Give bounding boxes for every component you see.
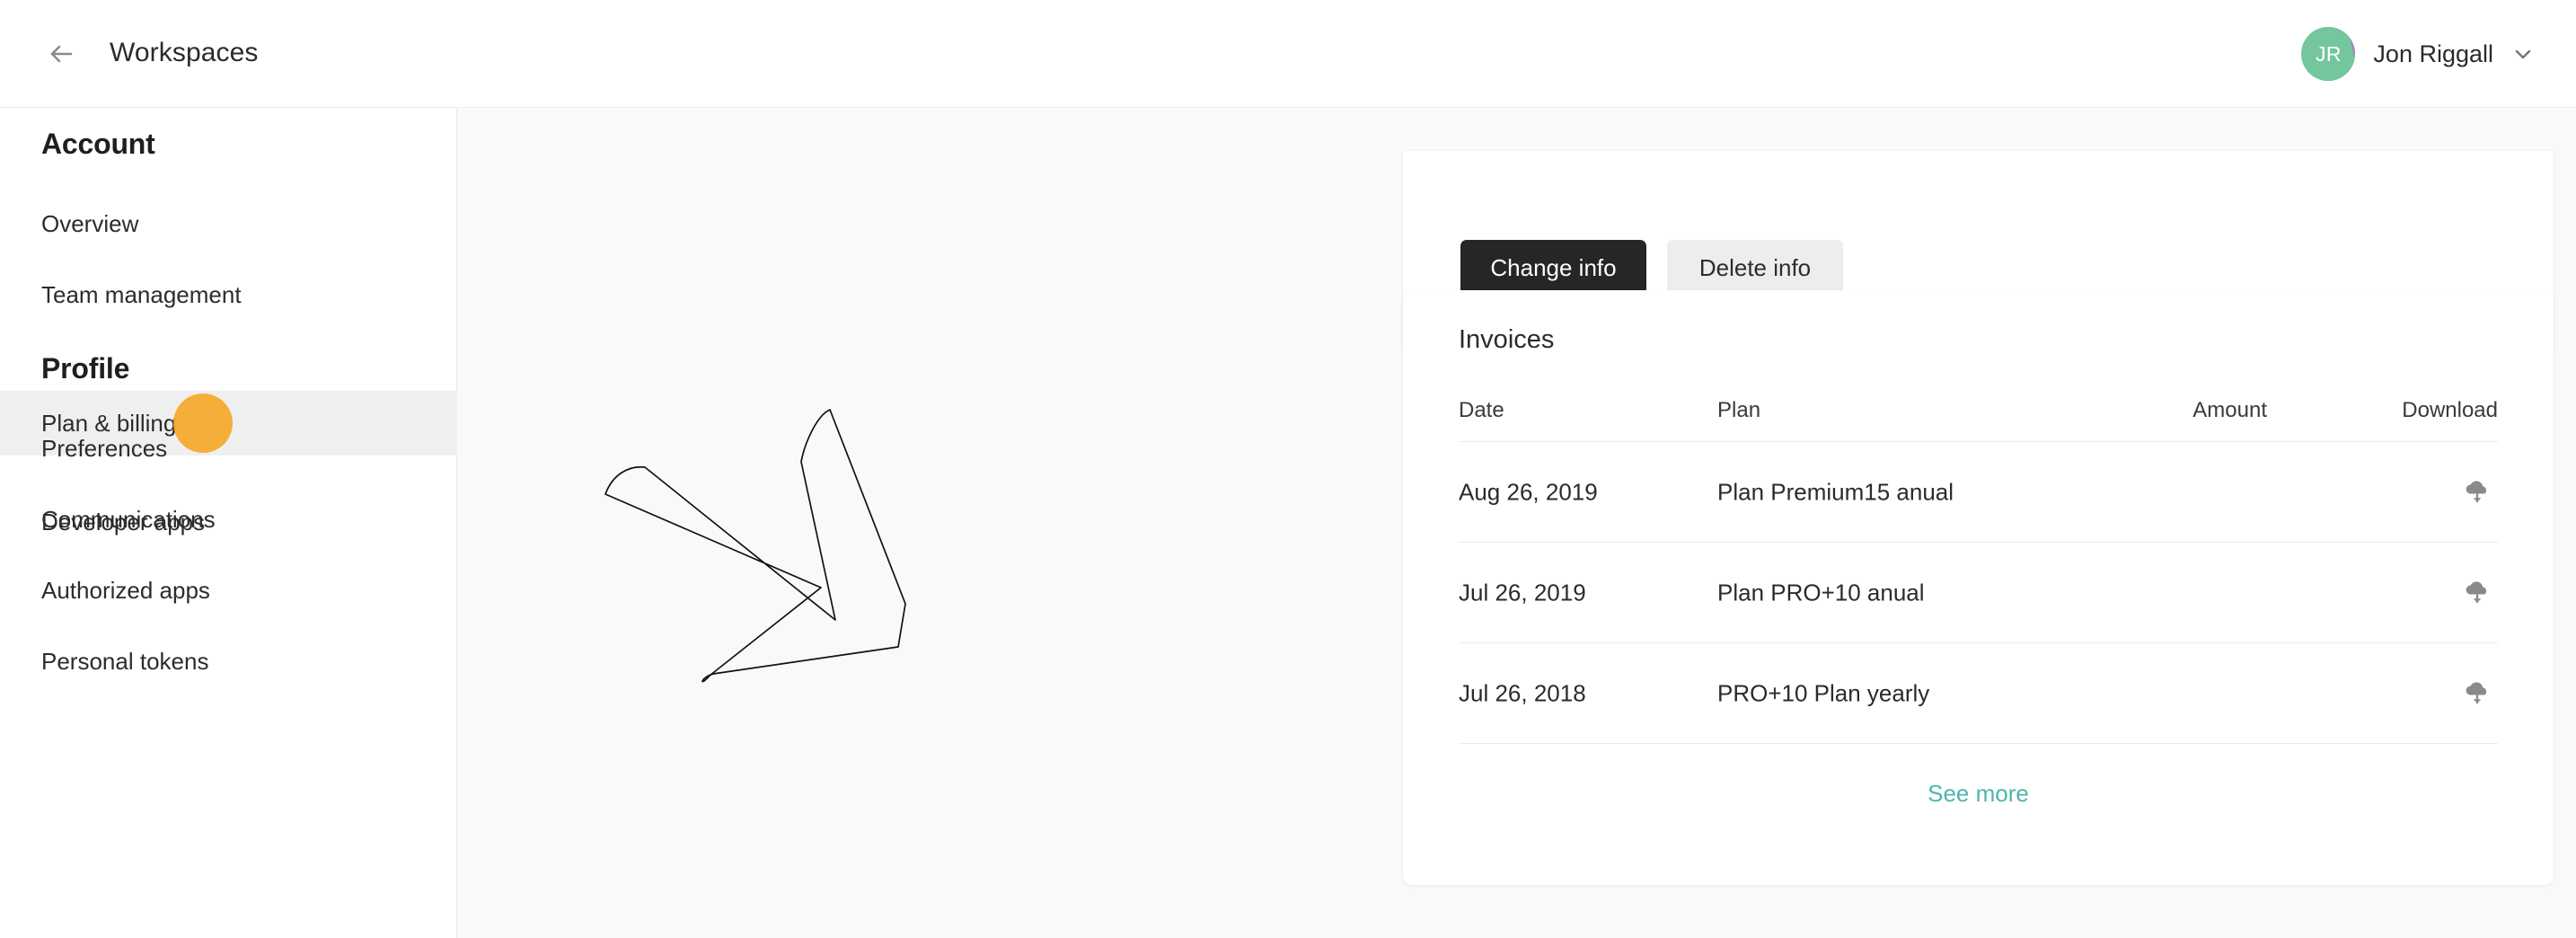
sidebar-item-personal-tokens[interactable]: Personal tokens xyxy=(0,629,457,694)
invoices-table: Date Plan Amount Download Aug 26, 2019 P… xyxy=(1459,385,2498,744)
sidebar-item-communications[interactable]: Communications xyxy=(0,487,457,552)
back-arrow-icon[interactable] xyxy=(47,40,75,68)
avatar: JR xyxy=(2301,27,2356,81)
table-header-row: Date Plan Amount Download xyxy=(1459,385,2498,442)
sidebar-item-label: Overview xyxy=(41,209,139,237)
invoice-date: Jul 26, 2019 xyxy=(1459,579,1586,606)
column-header-plan: Plan xyxy=(1717,398,1761,422)
sidebar-item-preferences[interactable]: Preferences xyxy=(0,416,457,481)
sidebar-heading-account: Account xyxy=(41,128,155,160)
cloud-download-icon[interactable] xyxy=(2462,477,2492,508)
sidebar-item-overview[interactable]: Overview xyxy=(0,191,457,256)
sidebar-item-label: Authorized apps xyxy=(41,576,210,604)
sidebar-item-label: Personal tokens xyxy=(41,647,209,675)
invoice-date: Jul 26, 2018 xyxy=(1459,679,1586,706)
column-header-download: Download xyxy=(2402,398,2498,422)
invoice-date: Aug 26, 2019 xyxy=(1459,478,1598,505)
main-content: Change info Delete info Invoices Date Pl… xyxy=(457,108,2576,938)
table-row: Aug 26, 2019 Plan Premium15 anual xyxy=(1459,442,2498,543)
column-header-amount: Amount xyxy=(2192,398,2267,422)
see-more-link[interactable]: See more xyxy=(1403,780,2554,808)
invoices-title: Invoices xyxy=(1459,325,1555,354)
user-menu[interactable]: JR Jon Riggall xyxy=(2301,25,2535,83)
chevron-down-icon[interactable] xyxy=(2511,42,2535,66)
app-header: Workspaces JR Jon Riggall xyxy=(0,0,2576,108)
sidebar-heading-profile: Profile xyxy=(41,352,130,385)
delete-info-button[interactable]: Delete info xyxy=(1667,240,1843,296)
sidebar-item-authorized-apps[interactable]: Authorized apps xyxy=(0,558,457,623)
invoices-card: Invoices Date Plan Amount Download Aug 2… xyxy=(1403,290,2554,885)
invoice-plan: Plan PRO+10 anual xyxy=(1717,579,1925,606)
table-row: Jul 26, 2019 Plan PRO+10 anual xyxy=(1459,543,2498,643)
arrow-left-icon xyxy=(50,45,73,63)
change-info-button[interactable]: Change info xyxy=(1460,240,1646,296)
invoice-plan: PRO+10 Plan yearly xyxy=(1717,679,1930,706)
cloud-download-icon[interactable] xyxy=(2462,578,2492,608)
sidebar-item-label: Communications xyxy=(41,505,216,533)
sidebar-item-team-management[interactable]: Team management xyxy=(0,262,457,327)
sidebar-item-label: Preferences xyxy=(41,434,168,462)
user-name-label: Jon Riggall xyxy=(2373,40,2493,67)
cloud-download-icon[interactable] xyxy=(2462,678,2492,709)
table-row: Jul 26, 2018 PRO+10 Plan yearly xyxy=(1459,643,2498,744)
avatar-initials: JR xyxy=(2315,41,2342,66)
sidebar: Account Overview Team management Plan & … xyxy=(0,108,457,938)
invoice-plan: Plan Premium15 anual xyxy=(1717,478,1954,505)
sidebar-item-label: Team management xyxy=(41,280,242,308)
app-root: Workspaces JR Jon Riggall Account Overvi… xyxy=(0,0,2576,938)
page-title: Workspaces xyxy=(110,38,259,67)
column-header-date: Date xyxy=(1459,398,1504,422)
